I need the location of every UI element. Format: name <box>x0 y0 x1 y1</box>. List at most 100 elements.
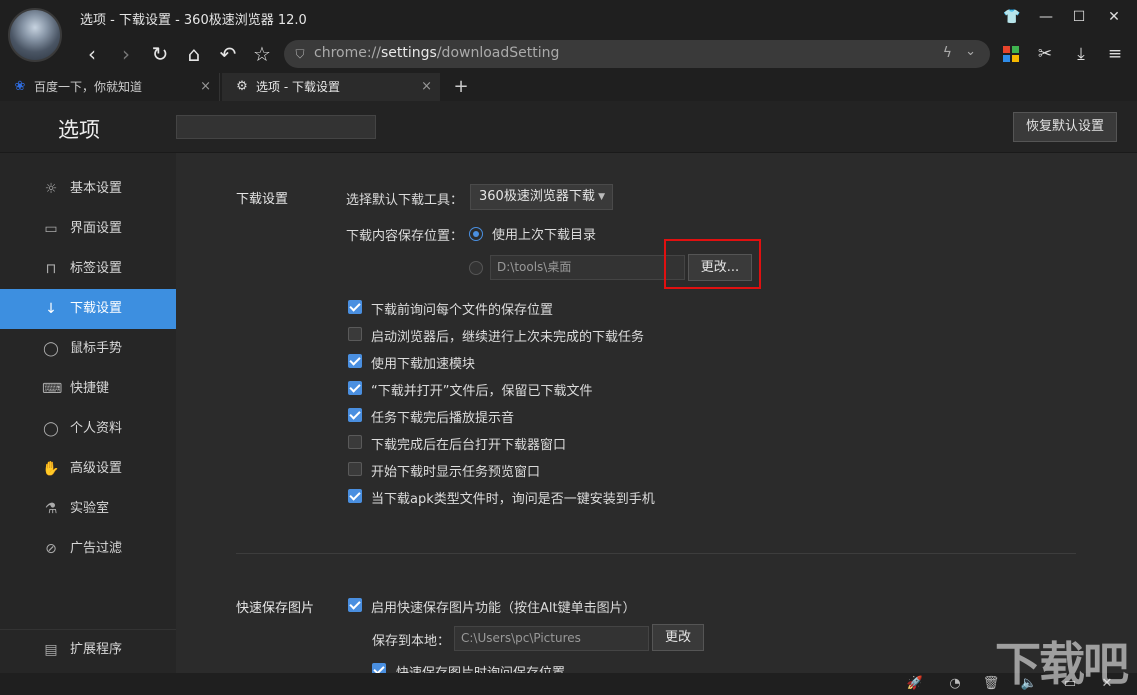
address-bar[interactable]: ⛉ chrome://settings/downloadSetting ϟ ⌄ <box>284 40 990 68</box>
home-icon[interactable]: ⌂ <box>180 40 208 68</box>
sidebar: ☼ 基本设置 ▭ 界面设置 ⊓ 标签设置 ↓ 下载设置 ◯ 鼠标手势 ⌨ 快捷键… <box>0 153 176 695</box>
tab-baidu[interactable]: ❀ 百度一下，你就知道 × <box>0 73 220 101</box>
minimize-icon[interactable]: — <box>1030 6 1062 28</box>
tab-icon: ⊓ <box>45 261 57 277</box>
last-dir-label: 使用上次下载目录 <box>492 228 597 243</box>
radio-last-dir[interactable] <box>469 227 483 241</box>
quick-save-path-field[interactable]: C:\Users\pc\Pictures <box>454 626 649 651</box>
menu-icon[interactable]: ≡ <box>1102 40 1128 68</box>
search-input[interactable] <box>176 115 376 139</box>
new-tab-button[interactable]: + <box>450 73 472 101</box>
sidebar-item-extensions[interactable]: ▤ 扩展程序 <box>0 630 176 670</box>
checkbox-apk-install[interactable] <box>348 489 362 503</box>
highlight-box <box>664 239 761 289</box>
sidebar-item-lab[interactable]: ⚗ 实验室 <box>0 489 176 529</box>
checkbox-keep-file[interactable] <box>348 381 362 395</box>
download-tool-label: 选择默认下载工具： <box>346 193 464 208</box>
section-title-quick-save: 快速保存图片 <box>236 601 315 616</box>
shirt-skin-icon[interactable]: 👕 <box>996 6 1028 28</box>
sidebar-item-label: 扩展程序 <box>70 642 123 657</box>
hand-icon: ✋ <box>42 461 60 477</box>
sidebar-item-label: 个人资料 <box>70 421 123 436</box>
checkbox-accelerate[interactable] <box>348 354 362 368</box>
checkbox-play-sound[interactable] <box>348 408 362 422</box>
sidebar-item-advanced[interactable]: ✋ 高级设置 <box>0 449 176 489</box>
sidebar-item-shortcuts[interactable]: ⌨ 快捷键 <box>0 369 176 409</box>
status-bar: 🚀 ◔ 🗑 🔈 ▭ ✕ <box>0 673 1137 695</box>
quick-save-change-button[interactable]: 更改 <box>652 624 704 651</box>
reload-icon[interactable]: ↻ <box>146 40 174 68</box>
tab-bar: ❀ 百度一下，你就知道 × ⚙ 选项 - 下载设置 × <box>0 73 1137 101</box>
checkbox-preview-window[interactable] <box>348 462 362 476</box>
block-icon: ⊘ <box>45 541 57 557</box>
checkbox-quick-save-ask[interactable] <box>372 663 386 673</box>
window-title: 选项 - 下载设置 - 360极速浏览器 12.0 <box>80 13 307 28</box>
lightning-icon[interactable]: ϟ <box>943 45 952 61</box>
quick-save-ask-label: 快速保存图片时询问保存位置 <box>396 662 565 673</box>
sidebar-item-label: 标签设置 <box>70 261 123 276</box>
settings-content: 下载设置 选择默认下载工具： 360极速浏览器下载 ▼ 下载内容保存位置： 使用… <box>176 153 1137 673</box>
radio-custom-dir[interactable] <box>469 261 483 275</box>
watermark: 下载吧 <box>995 637 1129 691</box>
download-tool-value: 360极速浏览器下载 <box>479 189 595 204</box>
shield-icon: ⛉ <box>295 47 305 61</box>
option-label: 开始下载时显示任务预览窗口 <box>371 465 541 480</box>
chevron-down-icon[interactable]: ⌄ <box>965 44 976 59</box>
url-text: chrome://settings/downloadSetting <box>314 45 560 61</box>
window-icon: ▭ <box>44 221 58 237</box>
title-bar: 选项 - 下载设置 - 360极速浏览器 12.0 👕 — ☐ ✕ ‹ › ↻ … <box>0 0 1137 73</box>
back-icon[interactable]: ‹ <box>78 40 106 68</box>
sun-gear-icon: ☼ <box>44 181 58 197</box>
close-icon[interactable]: ✕ <box>1098 6 1130 28</box>
tab-settings[interactable]: ⚙ 选项 - 下载设置 × <box>222 73 440 101</box>
option-label: 下载前询问每个文件的保存位置 <box>371 303 554 318</box>
flask-icon: ⚗ <box>44 501 58 517</box>
option-label: 当下载apk类型文件时，询问是否一键安装到手机 <box>371 492 655 507</box>
maximize-icon[interactable]: ☐ <box>1063 6 1095 28</box>
save-location-label: 下载内容保存位置： <box>346 229 464 244</box>
user-icon: ◯ <box>43 421 59 437</box>
section-title-download: 下载设置 <box>236 192 289 207</box>
rocket-icon[interactable]: 🚀 <box>905 675 925 693</box>
sidebar-item-tabs[interactable]: ⊓ 标签设置 <box>0 249 176 289</box>
sidebar-item-label: 鼠标手势 <box>70 341 123 356</box>
sidebar-item-download[interactable]: ↓ 下载设置 <box>0 289 176 329</box>
caret-down-icon: ▼ <box>598 192 605 202</box>
download-icon[interactable]: ⤓ <box>1068 40 1094 68</box>
keyboard-icon: ⌨ <box>42 381 63 397</box>
checkbox-ask-location[interactable] <box>348 300 362 314</box>
custom-path-field[interactable]: D:\tools\桌面 <box>490 255 685 280</box>
reset-defaults-button[interactable]: 恢复默认设置 <box>1013 112 1117 142</box>
tab-close-icon[interactable]: × <box>421 73 432 101</box>
page-title: 选项 <box>58 118 100 142</box>
sidebar-item-label: 基本设置 <box>70 181 123 196</box>
apps-grid-icon[interactable] <box>998 40 1024 68</box>
checkbox-quick-save[interactable] <box>348 598 362 612</box>
checkbox-resume-downloads[interactable] <box>348 327 362 341</box>
sidebar-item-adblock[interactable]: ⊘ 广告过滤 <box>0 529 176 569</box>
checkbox-open-downloader[interactable] <box>348 435 362 449</box>
scissors-icon[interactable]: ✂ <box>1032 40 1058 68</box>
sidebar-item-profile[interactable]: ◯ 个人资料 <box>0 409 176 449</box>
option-label: 启动浏览器后，继续进行上次未完成的下载任务 <box>371 330 645 345</box>
avatar[interactable] <box>8 8 62 62</box>
section-divider <box>236 553 1076 554</box>
speed-dial-icon[interactable]: ◔ <box>945 675 965 693</box>
settings-header: 选项 恢复默认设置 <box>0 101 1137 153</box>
download-icon: ↓ <box>45 301 57 317</box>
sidebar-item-basic[interactable]: ☼ 基本设置 <box>0 169 176 209</box>
quick-save-label: 启用快速保存图片功能（按住Alt键单击图片） <box>371 601 636 616</box>
option-label: 任务下载完后播放提示音 <box>371 411 515 426</box>
tab-close-icon[interactable]: × <box>200 73 211 101</box>
mouse-icon: ◯ <box>43 341 59 357</box>
sidebar-item-interface[interactable]: ▭ 界面设置 <box>0 209 176 249</box>
option-label: 使用下载加速模块 <box>371 357 476 372</box>
gear-icon: ⚙ <box>236 79 248 94</box>
sidebar-item-mouse[interactable]: ◯ 鼠标手势 <box>0 329 176 369</box>
undo-close-icon[interactable]: ↶ <box>214 40 242 68</box>
forward-icon[interactable]: › <box>112 40 140 68</box>
star-icon[interactable]: ☆ <box>248 40 276 68</box>
tab-label: 选项 - 下载设置 <box>256 80 340 94</box>
save-to-label: 保存到本地： <box>372 634 451 649</box>
download-tool-select[interactable]: 360极速浏览器下载 ▼ <box>470 184 613 210</box>
